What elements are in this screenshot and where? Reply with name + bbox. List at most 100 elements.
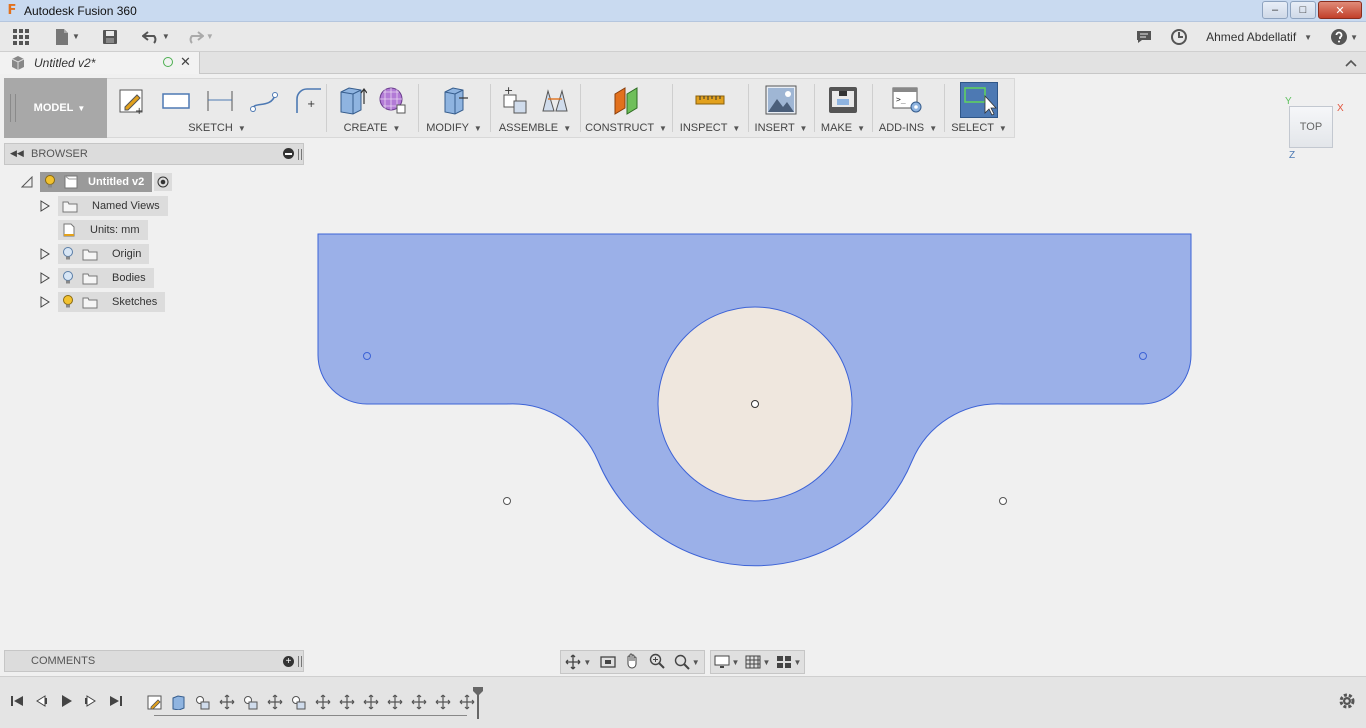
3d-print-icon[interactable] — [827, 84, 859, 116]
expand-sketches-icon[interactable] — [38, 295, 52, 309]
go-to-start-button[interactable] — [9, 693, 25, 709]
sketch-menu[interactable]: SKETCH ▼ — [110, 122, 324, 134]
select-tool-icon[interactable] — [960, 82, 998, 118]
create-menu[interactable]: CREATE ▼ — [328, 122, 416, 134]
browser-minimize-icon[interactable] — [283, 148, 294, 159]
fit-zoom-icon[interactable]: ▼ — [674, 654, 700, 670]
expand-root-icon[interactable] — [20, 175, 34, 189]
fillet-tool-icon[interactable]: + — [292, 84, 324, 116]
timeline-marker[interactable] — [473, 687, 483, 719]
look-at-icon[interactable] — [600, 654, 616, 671]
go-to-end-button[interactable] — [108, 693, 124, 709]
inspect-menu[interactable]: INSPECT ▼ — [674, 122, 746, 134]
expand-origin-icon[interactable] — [38, 247, 52, 261]
redo-button[interactable]: ▼ — [186, 25, 214, 49]
timeline-feature[interactable] — [362, 693, 380, 711]
timeline-feature[interactable] — [410, 693, 428, 711]
arc-center-point[interactable] — [999, 497, 1007, 505]
timeline-feature[interactable] — [266, 693, 284, 711]
modify-menu[interactable]: MODIFY ▼ — [420, 122, 488, 134]
notifications-icon[interactable] — [1136, 25, 1152, 49]
timeline-feature[interactable] — [242, 693, 260, 711]
expand-bodies-icon[interactable] — [38, 271, 52, 285]
timeline-feature[interactable] — [194, 693, 212, 711]
viewcube[interactable]: Y X Z TOP — [1283, 96, 1345, 162]
help-menu[interactable]: ▼ — [1330, 25, 1358, 49]
create-sketch-icon[interactable]: + — [116, 84, 148, 116]
display-settings-icon[interactable]: ▼ — [714, 655, 739, 669]
user-menu[interactable]: Ahmed Abdellatif ▼ — [1206, 30, 1312, 44]
create-form-icon[interactable] — [376, 84, 408, 116]
save-button[interactable] — [102, 25, 118, 49]
browser-pin-icon[interactable] — [298, 149, 302, 160]
move-feature-icon — [339, 694, 355, 710]
visibility-bulb-icon[interactable] — [62, 295, 74, 309]
minimize-button[interactable]: – — [1262, 1, 1288, 19]
collapse-ribbon-icon[interactable] — [1344, 56, 1358, 70]
timeline-sketch-feature[interactable] — [146, 693, 164, 711]
play-button[interactable] — [58, 693, 74, 709]
job-status-icon[interactable] — [1170, 25, 1188, 49]
measure-icon[interactable] — [694, 84, 726, 116]
workspace-switcher[interactable]: MODEL ▼ — [4, 78, 107, 138]
rectangle-tool-icon[interactable] — [160, 84, 192, 116]
timeline-settings-icon[interactable] — [1338, 692, 1356, 710]
timeline-feature[interactable] — [290, 693, 308, 711]
timeline-feature[interactable] — [314, 693, 332, 711]
viewports-icon[interactable]: ▼ — [776, 655, 801, 669]
assemble-menu[interactable]: ASSEMBLE ▼ — [492, 122, 578, 134]
expand-named-views-icon[interactable] — [38, 199, 52, 213]
browser-item-units[interactable]: Units: mm — [58, 220, 148, 240]
insert-image-icon[interactable] — [765, 84, 797, 116]
pan-hand-icon[interactable] — [624, 653, 640, 672]
sketch-dimension-icon[interactable] — [204, 84, 236, 116]
browser-root-row[interactable]: Untitled v2 — [20, 172, 173, 192]
visibility-bulb-off-icon[interactable] — [62, 247, 74, 261]
design-canvas[interactable] — [305, 140, 1366, 645]
browser-item-origin[interactable]: Origin — [38, 244, 150, 264]
timeline-feature[interactable] — [386, 693, 404, 711]
grid-settings-icon[interactable]: ▼ — [745, 655, 770, 669]
window-title: Autodesk Fusion 360 — [24, 3, 137, 18]
viewcube-face-top[interactable]: TOP — [1289, 106, 1333, 148]
file-menu-button[interactable]: ▼ — [54, 25, 80, 49]
maximize-button[interactable]: □ — [1290, 1, 1316, 19]
line-tool-icon[interactable] — [248, 84, 280, 116]
add-comment-icon[interactable]: + — [283, 656, 294, 667]
orbit-icon[interactable]: ▼ — [565, 654, 591, 670]
collapse-browser-icon[interactable]: ◀◀ — [10, 148, 24, 159]
timeline-feature[interactable] — [434, 693, 452, 711]
offset-plane-icon[interactable] — [610, 84, 642, 116]
add-ins-menu[interactable]: ADD-INS ▼ — [874, 122, 942, 134]
browser-item-sketches[interactable]: Sketches — [38, 292, 166, 312]
browser-item-bodies[interactable]: Bodies — [38, 268, 154, 288]
step-back-button[interactable] — [33, 693, 49, 709]
center-point[interactable] — [751, 400, 759, 408]
close-window-button[interactable]: ✕ — [1318, 1, 1362, 19]
extrude-icon[interactable] — [336, 84, 368, 116]
select-menu[interactable]: SELECT ▼ — [946, 122, 1012, 134]
scripts-add-ins-icon[interactable]: >_ — [892, 84, 924, 116]
construct-menu[interactable]: CONSTRUCT ▼ — [582, 122, 670, 134]
arc-center-point[interactable] — [503, 497, 511, 505]
timeline-feature[interactable] — [218, 693, 236, 711]
new-component-icon[interactable]: + — [499, 84, 531, 116]
app-grid-icon[interactable] — [10, 25, 32, 49]
visibility-bulb-off-icon[interactable] — [62, 271, 74, 285]
comments-pin-icon[interactable] — [298, 656, 302, 667]
insert-menu[interactable]: INSERT ▼ — [750, 122, 812, 134]
visibility-bulb-icon[interactable] — [44, 175, 56, 189]
activate-component-icon[interactable] — [154, 173, 173, 191]
close-tab-icon[interactable]: ✕ — [180, 54, 191, 70]
joint-icon[interactable] — [539, 84, 571, 116]
press-pull-icon[interactable] — [438, 84, 470, 116]
step-forward-button[interactable] — [83, 693, 99, 709]
timeline-extrude-feature[interactable] — [170, 693, 188, 711]
toolbar-group-insert: INSERT ▼ — [750, 78, 812, 138]
timeline-feature[interactable] — [338, 693, 356, 711]
make-menu[interactable]: MAKE ▼ — [816, 122, 870, 134]
browser-item-named-views[interactable]: Named Views — [38, 196, 168, 216]
undo-button[interactable]: ▼ — [141, 25, 170, 49]
document-tab[interactable]: Untitled v2* ✕ — [0, 52, 200, 74]
zoom-icon[interactable] — [649, 653, 665, 672]
